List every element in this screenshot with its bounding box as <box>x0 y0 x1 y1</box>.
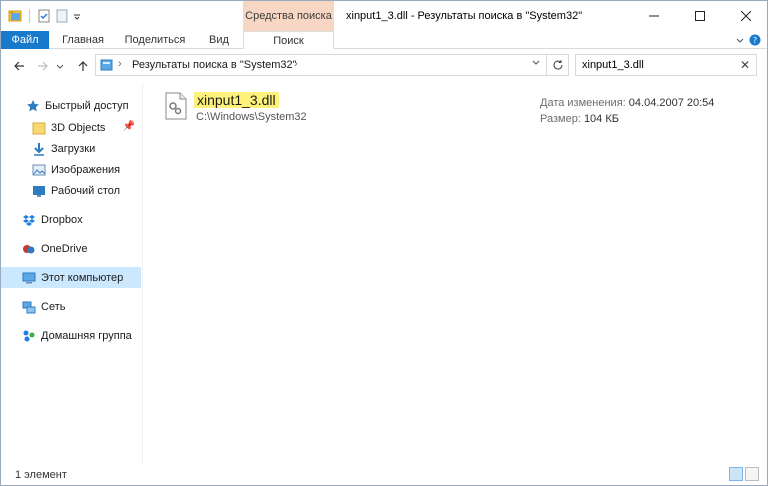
star-icon <box>25 98 41 114</box>
sidebar-item-dropbox[interactable]: Dropbox <box>1 209 141 230</box>
pin-icon[interactable]: 📌 <box>123 121 135 132</box>
large-icons-view-icon[interactable] <box>745 467 759 481</box>
refresh-button[interactable] <box>546 55 568 75</box>
close-icon <box>741 11 751 21</box>
result-modified: Дата изменения: 04.04.2007 20:54 <box>540 97 714 109</box>
size-label: Размер: <box>540 113 581 125</box>
back-arrow-icon <box>14 61 24 71</box>
item-count: 1 элемент <box>15 469 67 481</box>
sidebar-item-label: OneDrive <box>41 242 88 255</box>
refresh-icon <box>553 60 563 70</box>
search-results-view: xinput1_3.dll C:\Windows\System32 Дата и… <box>144 83 766 463</box>
tab-search[interactable]: Поиск <box>243 31 334 50</box>
up-arrow-icon <box>78 61 88 71</box>
forward-arrow-icon <box>38 61 48 71</box>
result-file-path: C:\Windows\System32 <box>196 111 307 123</box>
result-file-name[interactable]: xinput1_3.dll <box>194 92 279 108</box>
properties-icon[interactable] <box>36 8 52 24</box>
clear-search-icon[interactable]: ✕ <box>740 58 750 72</box>
ribbon-controls: ? <box>735 34 761 49</box>
sidebar-item-pictures[interactable]: Изображения <box>1 159 141 180</box>
svg-text:?: ? <box>753 36 757 45</box>
new-folder-icon[interactable] <box>54 8 70 24</box>
help-icon[interactable]: ? <box>749 34 761 49</box>
search-input[interactable]: xinput1_3.dll ✕ <box>575 54 757 76</box>
breadcrumb-separator-icon[interactable]: › <box>294 58 298 70</box>
sidebar-item-label: 3D Objects <box>51 121 106 134</box>
close-button[interactable] <box>723 1 768 31</box>
title-bar: Средства поиска xinput1_3.dll - Результа… <box>1 1 767 31</box>
recent-locations-button[interactable] <box>55 58 65 74</box>
result-size: Размер: 104 КБ <box>540 113 619 125</box>
back-button[interactable] <box>11 58 27 74</box>
sidebar-item-homegroup[interactable]: Домашняя группа <box>1 325 141 346</box>
search-results-location-icon <box>100 58 114 75</box>
tab-home[interactable]: Главная <box>57 31 109 49</box>
customize-toolbar-chevron-icon[interactable] <box>72 8 82 24</box>
desktop-icon <box>31 183 47 199</box>
modified-value: 04.04.2007 20:54 <box>628 97 715 109</box>
address-dropdown-chevron-icon[interactable] <box>532 58 540 69</box>
sidebar-item-label: Загрузки <box>51 142 96 155</box>
navigation-pane: Быстрый доступ 3D Objects 📌 Загрузки Изо… <box>1 83 143 463</box>
toolbar-divider <box>29 9 30 23</box>
breadcrumb[interactable]: Результаты поиска в "System32" <box>132 59 297 71</box>
expand-ribbon-chevron-icon[interactable] <box>735 35 745 48</box>
minimize-icon <box>649 15 659 17</box>
sidebar-item-label: Быстрый доступ <box>45 99 129 112</box>
navigation-bar: › Результаты поиска в "System32" › xinpu… <box>1 49 767 83</box>
ribbon-tab-bar: Файл Главная Поделиться Вид Поиск ? <box>1 31 767 50</box>
dropbox-icon <box>21 212 37 228</box>
sidebar-item-label: Этот компьютер <box>41 271 124 284</box>
quick-access-toolbar <box>7 7 82 25</box>
sidebar-item-downloads[interactable]: Загрузки <box>1 138 141 159</box>
maximize-button[interactable] <box>677 1 723 31</box>
tab-file[interactable]: Файл <box>1 31 49 49</box>
forward-button[interactable] <box>35 58 51 74</box>
view-switcher <box>729 467 759 481</box>
sidebar-item-desktop[interactable]: Рабочий стол <box>1 180 141 201</box>
address-bar[interactable]: › Результаты поиска в "System32" › <box>95 54 569 76</box>
dll-file-icon <box>165 92 187 120</box>
maximize-icon <box>695 11 705 21</box>
window-title: xinput1_3.dll - Результаты поиска в "Sys… <box>346 10 583 22</box>
sidebar-item-3d-objects[interactable]: 3D Objects 📌 <box>1 117 141 138</box>
pictures-icon <box>31 162 47 178</box>
network-icon <box>21 299 37 315</box>
sidebar-item-label: Dropbox <box>41 213 83 226</box>
computer-icon <box>21 270 37 286</box>
minimize-button[interactable] <box>631 1 677 31</box>
up-button[interactable] <box>75 58 91 74</box>
explorer-window: Средства поиска xinput1_3.dll - Результа… <box>0 0 768 486</box>
sidebar-item-onedrive[interactable]: OneDrive <box>1 238 141 259</box>
download-icon <box>31 141 47 157</box>
folder-icon <box>31 120 47 136</box>
status-bar: 1 элемент <box>1 463 767 485</box>
tab-share[interactable]: Поделиться <box>119 31 191 49</box>
sidebar-item-this-pc[interactable]: Этот компьютер <box>1 267 141 288</box>
sidebar-item-network[interactable]: Сеть <box>1 296 141 317</box>
sidebar-item-label: Рабочий стол <box>51 184 121 197</box>
size-value: 104 КБ <box>583 113 619 125</box>
homegroup-icon <box>21 328 37 344</box>
sidebar-item-quick-access[interactable]: Быстрый доступ <box>1 95 141 116</box>
chevron-down-icon <box>56 64 64 69</box>
tab-view[interactable]: Вид <box>199 31 239 49</box>
search-tools-tab-group: Средства поиска <box>243 1 334 31</box>
search-query[interactable]: xinput1_3.dll <box>582 59 644 71</box>
modified-label: Дата изменения: <box>540 97 626 109</box>
explorer-icon <box>7 8 23 24</box>
sidebar-item-label: Изображения <box>51 163 121 176</box>
details-view-icon[interactable] <box>729 467 743 481</box>
onedrive-icon <box>21 241 37 257</box>
sidebar-item-label: Сеть <box>41 300 66 313</box>
sidebar-item-label: Домашняя группа <box>41 329 132 342</box>
breadcrumb-separator-icon[interactable]: › <box>118 58 122 70</box>
